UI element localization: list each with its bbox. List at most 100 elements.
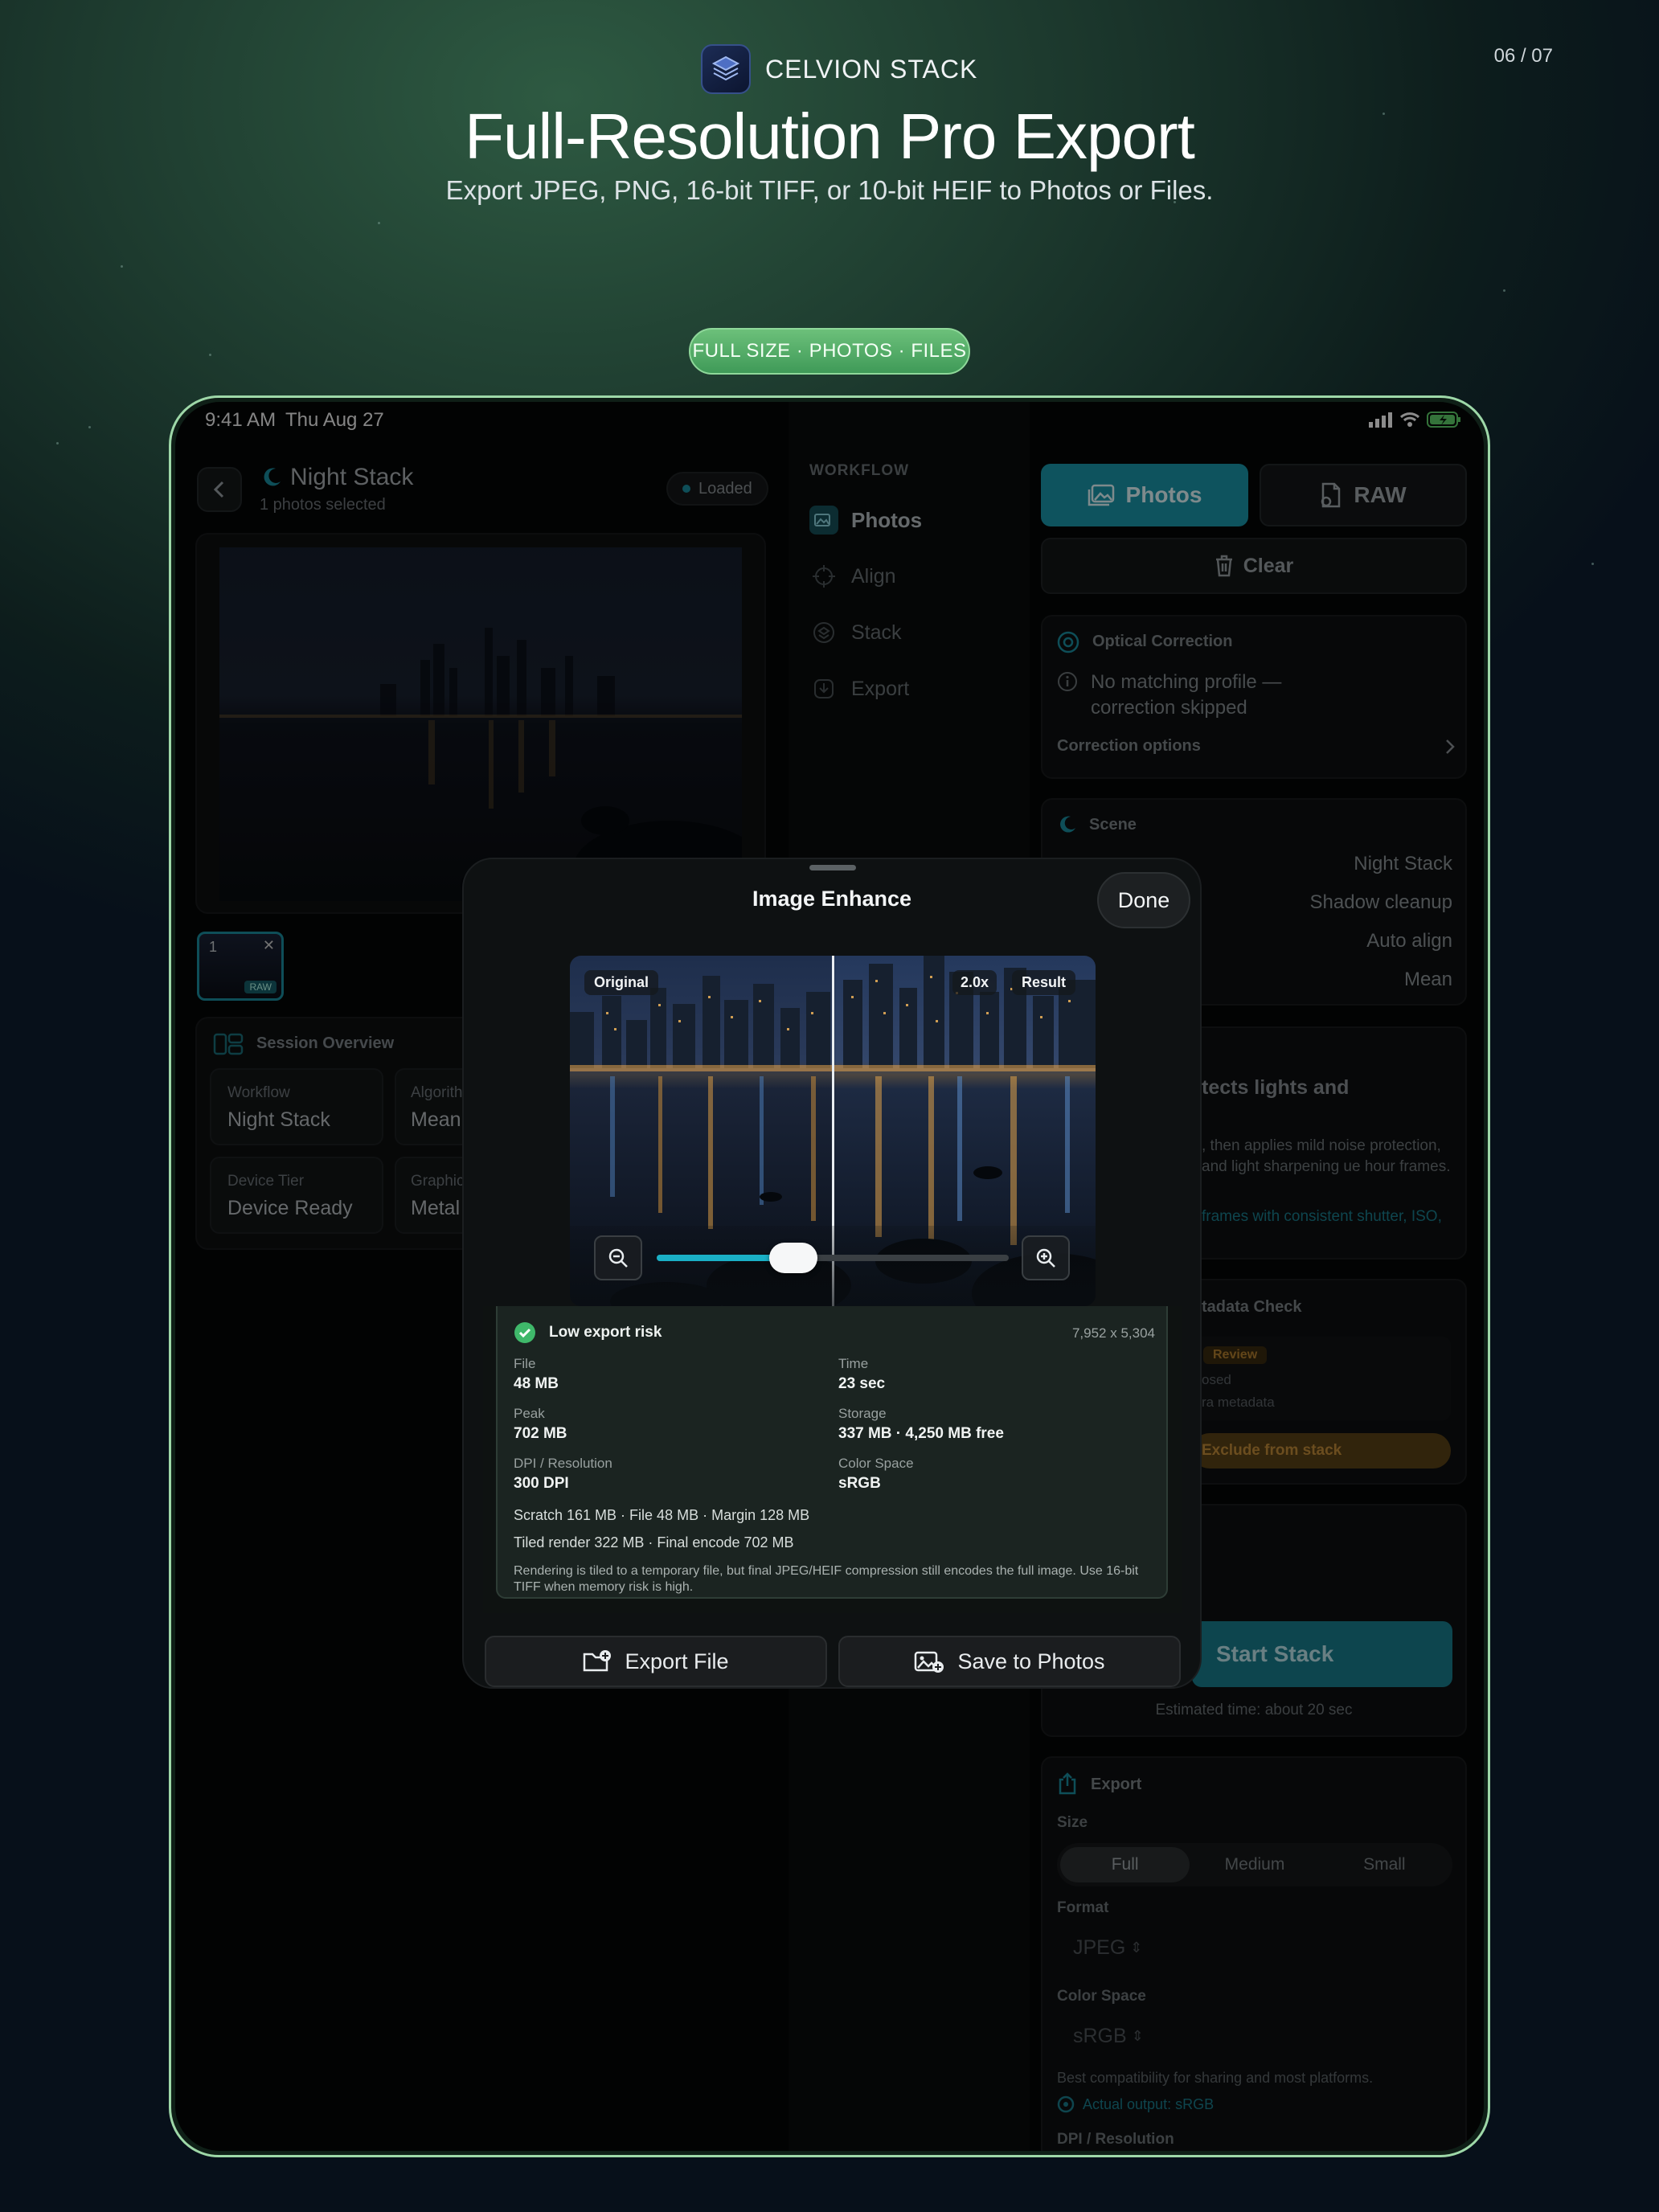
tablet-frame: 9:41 AM Thu Aug 27 Night Stack 1 photos … [169, 395, 1490, 2157]
zoom-out-icon [608, 1248, 628, 1268]
tile-label: Graphic [411, 1173, 465, 1190]
size-label: Size [1057, 1814, 1088, 1831]
check-circle-icon [514, 1322, 535, 1343]
thumb-index: 1 [209, 939, 218, 955]
workflow-item-align[interactable]: Align [809, 562, 896, 591]
stat-label: Peak [514, 1406, 545, 1421]
scene-row: Night Stack [1354, 853, 1452, 875]
workflow-heading: WORKFLOW [809, 462, 910, 479]
correction-options-row[interactable]: Correction options [1057, 737, 1456, 756]
wifi-icon [1399, 412, 1420, 427]
sheet-title: Image Enhance [752, 887, 912, 911]
page-counter: 06 / 07 [1493, 45, 1553, 67]
feature-pill: FULL SIZE · PHOTOS · FILES [689, 328, 970, 375]
memory-line: Scratch 161 MB · File 48 MB · Margin 128… [514, 1507, 810, 1523]
tile-device-tier: Device Tier Device Ready [210, 1157, 383, 1234]
zoom-in-button[interactable] [1022, 1235, 1070, 1280]
review-badge: Review [1203, 1346, 1268, 1364]
zoom-slider-fill [657, 1255, 784, 1261]
sheet-grabber[interactable] [809, 865, 856, 870]
exclude-from-stack-button[interactable]: Exclude from stack [1192, 1433, 1451, 1469]
result-label: Result [1012, 970, 1076, 995]
export-icon [809, 674, 838, 703]
optical-message: No matching profile — correction skipped [1091, 671, 1282, 719]
chevron-right-icon [1446, 739, 1455, 754]
clear-label: Clear [1243, 554, 1294, 577]
workflow-item-stack[interactable]: Stack [809, 618, 902, 647]
actual-output-row: Actual output: sRGB [1057, 2095, 1214, 2113]
session-overview-title: Session Overview [256, 1034, 395, 1052]
stat-value: 300 DPI [514, 1475, 569, 1492]
raw-badge: RAW [244, 981, 276, 993]
folder-add-icon [584, 1650, 612, 1672]
photos-source-button[interactable]: Photos [1041, 464, 1248, 526]
stat-value: 337 MB · 4,250 MB free [838, 1425, 1004, 1442]
photos-icon [809, 506, 838, 535]
metadata-line: ra metadata [1202, 1395, 1275, 1410]
stack-icon [809, 618, 838, 647]
session-title: Night Stack [290, 464, 414, 490]
description-link[interactable]: frames with consistent shutter, ISO, [1202, 1208, 1442, 1226]
layout-icon [213, 1033, 244, 1055]
done-button[interactable]: Done [1097, 872, 1190, 928]
metadata-title: tadata Check [1202, 1298, 1302, 1316]
raw-source-button[interactable]: RAW [1260, 464, 1467, 526]
export-summary-card [496, 1306, 1168, 1599]
zoom-slider-track[interactable] [657, 1255, 1009, 1261]
app-logo-icon [701, 44, 751, 94]
crosshair-icon [809, 562, 838, 591]
remove-thumb-icon[interactable]: ✕ [263, 937, 275, 954]
image-enhance-sheet: Image Enhance Done Original 2.0x Result … [462, 858, 1202, 1689]
correction-options-label: Correction options [1057, 737, 1201, 755]
brand-name: CELVION STACK [765, 54, 978, 84]
start-stack-button[interactable]: Start Stack [1192, 1621, 1452, 1687]
photo-library-icon [1088, 484, 1114, 506]
back-button[interactable] [197, 467, 242, 512]
description-body: , then applies mild noise protection, an… [1202, 1137, 1451, 1175]
tile-label: Workflow [227, 1084, 290, 1101]
save-to-photos-button[interactable]: Save to Photos [838, 1636, 1181, 1687]
aperture-icon [1057, 631, 1079, 653]
image-dimensions: 7,952 x 5,304 [1071, 1325, 1155, 1341]
updown-chevron-icon: ⇕ [1130, 1940, 1143, 1956]
stat-label: DPI / Resolution [514, 1456, 612, 1471]
frame-thumbnail[interactable]: 1 ✕ RAW [197, 932, 284, 1001]
stat-label: Color Space [838, 1456, 914, 1471]
workflow-item-export[interactable]: Export [809, 674, 909, 703]
clear-button[interactable]: Clear [1041, 538, 1467, 594]
original-label: Original [584, 970, 659, 995]
stat-value: 702 MB [514, 1425, 567, 1442]
tile-value: Device Ready [227, 1197, 353, 1219]
workflow-item-label: Stack [851, 621, 902, 644]
chevron-left-icon [213, 481, 224, 498]
zoom-out-button[interactable] [594, 1235, 642, 1280]
description-title: tects lights and [1202, 1076, 1350, 1099]
actual-output-text: Actual output: sRGB [1083, 2095, 1215, 2112]
status-dot-icon [682, 485, 690, 493]
export-file-label: Export File [625, 1649, 729, 1673]
zoom-slider-knob[interactable] [768, 1243, 817, 1273]
workflow-item-photos[interactable]: Photos [809, 506, 922, 535]
scene-row: Shadow cleanup [1309, 891, 1452, 913]
size-option-small[interactable]: Small [1320, 1847, 1449, 1882]
subheadline: Export JPEG, PNG, 16-bit TIFF, or 10-bit… [445, 175, 1214, 205]
raw-file-icon [1321, 482, 1341, 508]
scene-moon-icon [1060, 816, 1075, 833]
raw-source-label: RAW [1354, 482, 1407, 507]
signal-icon [1369, 412, 1392, 428]
export-file-button[interactable]: Export File [485, 1636, 827, 1687]
size-option-medium[interactable]: Medium [1190, 1847, 1319, 1882]
stat-label: Storage [838, 1406, 887, 1421]
stat-value: 23 sec [838, 1375, 886, 1392]
photos-source-label: Photos [1125, 482, 1202, 507]
brand: CELVION STACK [701, 43, 977, 95]
size-option-full[interactable]: Full [1060, 1847, 1190, 1882]
before-after-compare[interactable]: Original 2.0x Result [570, 956, 1096, 1306]
format-picker[interactable]: JPEG ⇕ [1073, 1936, 1142, 1960]
loaded-badge-label: Loaded [698, 479, 752, 498]
night-skyline-preview[interactable] [219, 547, 742, 901]
colorspace-picker[interactable]: sRGB ⇕ [1073, 2025, 1144, 2048]
tile-label: Device Tier [227, 1173, 305, 1190]
status-date: Thu Aug 27 [285, 409, 384, 431]
colorspace-label: Color Space [1057, 1988, 1146, 2005]
